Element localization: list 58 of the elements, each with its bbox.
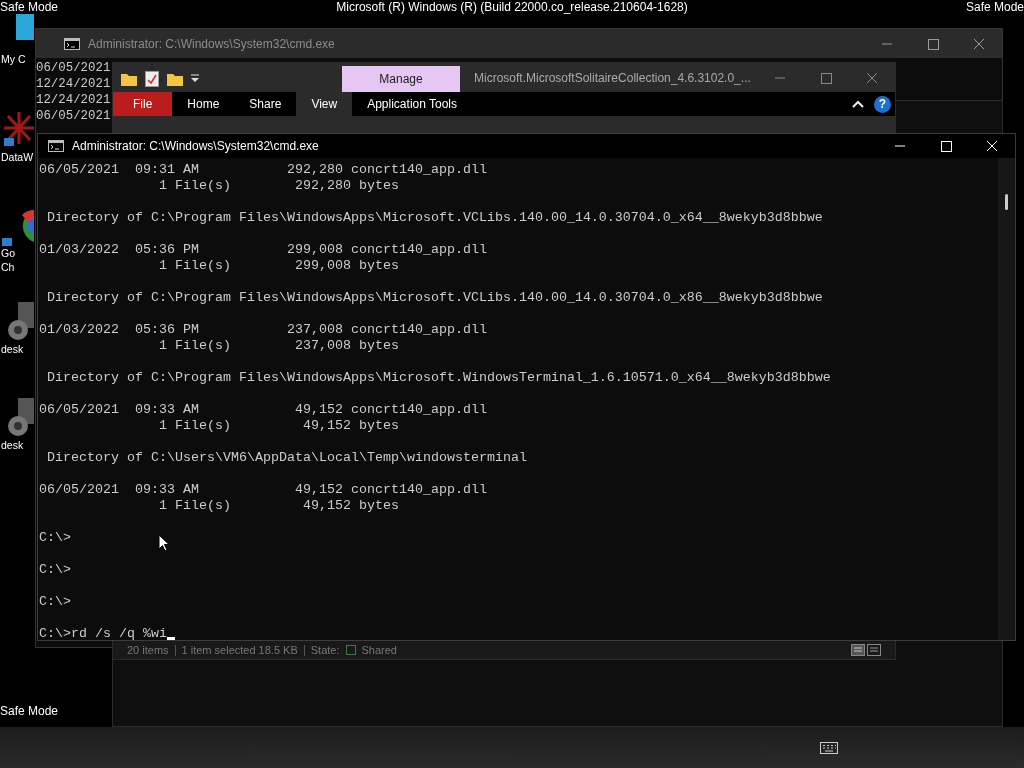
ribbon-tab[interactable]: Share [234, 92, 297, 116]
console-line: 06/05/2021 09:33 AM 49,152 concrt140_app.dll [39, 482, 487, 498]
safe-mode-label: Safe Mode [0, 704, 59, 719]
console-line: 1 File(s) 292,280 bytes [157, 178, 399, 194]
console-line: C:\> [39, 562, 71, 578]
console-icon [64, 37, 80, 50]
console-line: 06/05/2021 09:33 AM 49,152 concrt140_app.dll [39, 402, 487, 418]
caret-up-icon[interactable] [852, 100, 864, 108]
console-line: 01/03/2022 05:36 PM 237,008 concrt140_app.dll [39, 322, 487, 338]
console-line: 12/24/2021 [36, 92, 111, 108]
console-line: 1 File(s) 299,008 bytes [157, 258, 399, 274]
ribbon-tab[interactable]: Application Tools [352, 92, 473, 116]
scrollbar[interactable] [998, 158, 1015, 640]
console-line: 1 File(s) 49,152 bytes [157, 498, 399, 514]
status-text: State: [310, 644, 340, 656]
mouse-pointer-icon [158, 534, 170, 552]
window-title: Administrator: C:\Windows\System32\cmd.exe [72, 139, 319, 153]
ribbon-tab[interactable]: Home [172, 92, 235, 116]
shared-icon [345, 645, 356, 655]
file-tab[interactable]: File [113, 92, 173, 116]
window-title: Administrator: C:\Windows\System32\cmd.exe [88, 36, 335, 51]
status-text: 1 item selected 18.5 KB [181, 644, 298, 656]
keyboard-icon[interactable] [820, 741, 838, 754]
scroll-thumb[interactable] [1005, 194, 1008, 210]
console-line: 01/03/2022 05:36 PM 299,008 concrt140_app.dll [39, 242, 487, 258]
console-line: Directory of C:\Users\VM6\AppData\Local\Temp\windowsterminal [46, 450, 527, 466]
ribbon-tab[interactable]: View [296, 92, 353, 116]
console-line: 06/05/2021 [36, 60, 111, 76]
folder-icon[interactable] [121, 71, 137, 86]
console-line: 06/05/2021 09:31 AM 292,280 concrt140_app.dll [39, 162, 487, 178]
window-title: Microsoft.MicrosoftSolitaireCollection_4.6.3102.0_... [474, 70, 751, 85]
console-line: Directory of C:\Program Files\WindowsApps\Microsoft.VCLibs.140.00_14.0.30704.0_x86__8wekyb3d8bbwe [46, 290, 823, 306]
tiles-view-icon[interactable] [867, 644, 881, 656]
context-tab[interactable]: Manage [342, 66, 460, 92]
console-line: 1 File(s) 49,152 bytes [157, 418, 399, 434]
console-line: C:\> [39, 594, 71, 610]
help-button[interactable]: ? [874, 95, 891, 113]
safe-mode-label: Safe Mode [965, 0, 1024, 15]
dropdown-icon[interactable] [191, 73, 199, 84]
console-line: Directory of C:\Program Files\WindowsApps\Microsoft.WindowsTerminal_1.6.10571.0_x64__8wekyb3d8bbwe [46, 370, 831, 386]
icon-label[interactable]: desk [0, 438, 24, 452]
console-line: C:\>rd /s /q %wi [39, 626, 167, 640]
icon-label[interactable]: Go Ch [0, 246, 15, 274]
console-line: 06/05/2021 [36, 108, 111, 124]
icon-label[interactable]: My C [0, 52, 26, 66]
console-line: 12/24/2021 [36, 76, 111, 92]
console-line: 1 File(s) 237,008 bytes [157, 338, 399, 354]
icon-label[interactable]: desk [0, 342, 24, 356]
build-label: Microsoft (R) Windows (R) (Build 22000.co_release.210604-1628) [336, 0, 688, 15]
status-text: 20 items [127, 644, 169, 656]
checklist-icon[interactable] [145, 70, 159, 87]
folder-icon[interactable] [167, 71, 183, 86]
status-text: Shared [361, 644, 397, 656]
safe-mode-label: Safe Mode [0, 0, 59, 15]
icon-label[interactable]: DataW [0, 150, 34, 164]
console-line: Directory of C:\Program Files\WindowsApps\Microsoft.VCLibs.140.00_14.0.30704.0_x64__8wekyb3d8bbwe [46, 210, 823, 226]
console-icon [48, 140, 64, 152]
console-line: C:\> [39, 530, 71, 546]
